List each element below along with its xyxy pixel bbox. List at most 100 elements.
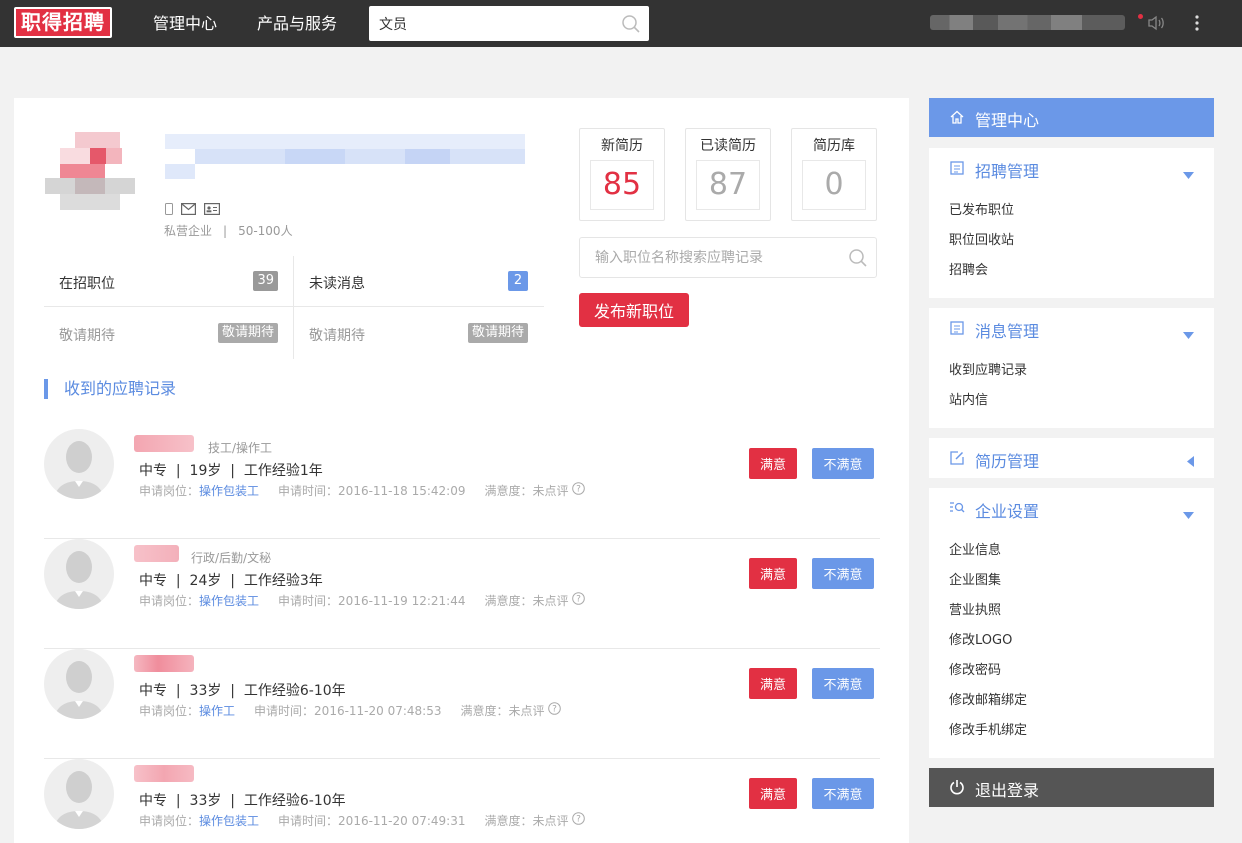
logout-label: 退出登录 — [975, 781, 1040, 800]
coming-soon-badge: 敬请期待 — [217, 323, 278, 343]
resume-library-box[interactable]: 简历库 0 — [791, 128, 877, 221]
satisfied-button[interactable]: 满意 — [749, 778, 797, 809]
position-label: 申请岗位： — [139, 484, 200, 498]
sidebar-item-job-fair[interactable]: 招聘会 — [949, 259, 988, 278]
help-icon[interactable]: ? — [572, 592, 586, 608]
sidebar-item-internal-messages[interactable]: 站内信 — [949, 389, 988, 408]
satisfied-button[interactable]: 满意 — [749, 558, 797, 589]
id-card-icon[interactable] — [204, 200, 221, 219]
rating-value: 未点评 — [508, 704, 545, 718]
open-jobs-stat[interactable]: 在招职位 39 — [44, 256, 294, 306]
application-row: 中专 | 33岁 | 工作经验6-10年 申请岗位：操作工 申请时间：2016-1… — [44, 649, 880, 759]
education: 中专 — [139, 793, 167, 809]
apply-time: 2016-11-20 07:49:31 — [338, 814, 466, 828]
unsatisfied-button[interactable]: 不满意 — [812, 558, 874, 589]
application-meta: 申请岗位：操作包装工 申请时间：2016-11-20 07:49:31 满意度：未点… — [139, 812, 586, 829]
position-link[interactable]: 操作包装工 — [199, 484, 259, 498]
rating-label: 满意度： — [484, 484, 533, 498]
help-icon[interactable]: ? — [572, 482, 586, 498]
mail-icon[interactable] — [181, 200, 197, 219]
read-resumes-box[interactable]: 已读简历 87 — [685, 128, 771, 221]
sidebar-settings-header[interactable]: 企业设置 — [929, 488, 1214, 528]
new-resumes-box[interactable]: 新简历 85 — [579, 128, 665, 221]
caret-down-icon — [1183, 324, 1194, 343]
speaker-icon[interactable] — [1146, 13, 1166, 37]
top-search — [369, 6, 649, 41]
caret-down-icon — [1183, 504, 1194, 523]
applicant-avatar[interactable] — [44, 759, 114, 829]
user-info-blurred[interactable] — [930, 15, 1125, 30]
sidebar-resume-header[interactable]: 简历管理 — [929, 438, 1214, 478]
unsatisfied-button[interactable]: 不满意 — [812, 668, 874, 699]
nav-management-center[interactable]: 管理中心 — [153, 0, 217, 47]
read-resumes-title: 已读简历 — [700, 138, 756, 154]
position-link[interactable]: 操作工 — [199, 704, 235, 718]
sidebar-message-group: 消息管理 收到应聘记录 站内信 — [929, 308, 1214, 428]
application-row: 技工/操作工 中专 | 19岁 | 工作经验1年 申请岗位：操作包装工 申请时间：… — [44, 429, 880, 539]
search-icon[interactable] — [621, 14, 641, 38]
position-label: 申请岗位： — [139, 814, 200, 828]
sidebar-item-job-recycle[interactable]: 职位回收站 — [949, 229, 1014, 248]
unsatisfied-button[interactable]: 不满意 — [812, 448, 874, 479]
svg-text:?: ? — [576, 815, 581, 825]
sidebar-item-change-email[interactable]: 修改邮箱绑定 — [949, 689, 1027, 708]
sidebar-management-center[interactable]: 管理中心 — [929, 98, 1214, 137]
applicant-name-blurred[interactable] — [134, 655, 194, 672]
publish-job-button[interactable]: 发布新职位 — [579, 293, 689, 327]
sidebar-message-header[interactable]: 消息管理 — [929, 308, 1214, 348]
svg-text:?: ? — [576, 595, 581, 605]
open-jobs-count: 39 — [253, 271, 278, 291]
sidebar-settings-label: 企业设置 — [975, 502, 1040, 521]
stats-grid: 在招职位 39 未读消息 2 敬请期待 敬请期待 敬请期待 敬请期待 — [44, 256, 544, 359]
applicant-avatar[interactable] — [44, 649, 114, 719]
experience: 工作经验1年 — [243, 463, 323, 479]
power-icon — [949, 779, 965, 799]
satisfied-button[interactable]: 满意 — [749, 668, 797, 699]
section-title: 收到的应聘记录 — [44, 379, 176, 399]
satisfied-button[interactable]: 满意 — [749, 448, 797, 479]
top-search-input[interactable] — [379, 13, 609, 35]
help-icon[interactable]: ? — [548, 702, 562, 718]
search-icon[interactable] — [848, 248, 868, 272]
education: 中专 — [139, 683, 167, 699]
logout-button[interactable]: 退出登录 — [929, 768, 1214, 807]
sidebar-item-company-gallery[interactable]: 企业图集 — [949, 569, 1001, 588]
application-search — [579, 237, 877, 278]
position-link[interactable]: 操作包装工 — [199, 594, 259, 608]
sidebar-item-published-jobs[interactable]: 已发布职位 — [949, 199, 1014, 218]
nav-products-services[interactable]: 产品与服务 — [257, 0, 337, 47]
calendar-icon — [949, 160, 965, 180]
applicant-name-blurred[interactable] — [134, 545, 179, 562]
application-search-input[interactable] — [595, 248, 835, 268]
sidebar-recruit-header[interactable]: 招聘管理 — [929, 148, 1214, 188]
sidebar-item-company-info[interactable]: 企业信息 — [949, 539, 1001, 558]
time-label: 申请时间： — [278, 484, 339, 498]
sidebar-item-change-phone[interactable]: 修改手机绑定 — [949, 719, 1027, 738]
sidebar-item-business-license[interactable]: 营业执照 — [949, 599, 1001, 618]
age: 24岁 — [189, 573, 222, 589]
more-menu-icon[interactable] — [1188, 13, 1206, 37]
sidebar-resume-label: 简历管理 — [975, 452, 1040, 471]
sidebar-recruit-group: 招聘管理 已发布职位 职位回收站 招聘会 — [929, 148, 1214, 298]
applicant-avatar[interactable] — [44, 429, 114, 499]
applicant-profile: 中专 | 33岁 | 工作经验6-10年 — [139, 683, 346, 699]
resume-library-title: 简历库 — [813, 138, 855, 154]
home-icon — [949, 109, 965, 129]
sidebar-message-label: 消息管理 — [975, 322, 1040, 341]
position-link[interactable]: 操作包装工 — [199, 814, 259, 828]
site-logo[interactable]: 职得招聘 — [14, 7, 112, 38]
applicant-name-blurred[interactable] — [134, 765, 194, 782]
unsatisfied-button[interactable]: 不满意 — [812, 778, 874, 809]
experience: 工作经验6-10年 — [243, 683, 346, 699]
coming-soon-stat-2: 敬请期待 敬请期待 — [294, 307, 544, 357]
phone-icon[interactable] — [165, 200, 173, 219]
sidebar-item-received-applications[interactable]: 收到应聘记录 — [949, 359, 1027, 378]
applicant-name-blurred[interactable] — [134, 435, 194, 452]
help-icon[interactable]: ? — [572, 812, 586, 828]
sidebar-item-change-password[interactable]: 修改密码 — [949, 659, 1001, 678]
applicant-avatar[interactable] — [44, 539, 114, 609]
unread-messages-stat[interactable]: 未读消息 2 — [294, 256, 544, 306]
calendar-icon — [949, 320, 965, 340]
contact-icons — [165, 200, 221, 219]
sidebar-item-change-logo[interactable]: 修改LOGO — [949, 629, 1012, 648]
